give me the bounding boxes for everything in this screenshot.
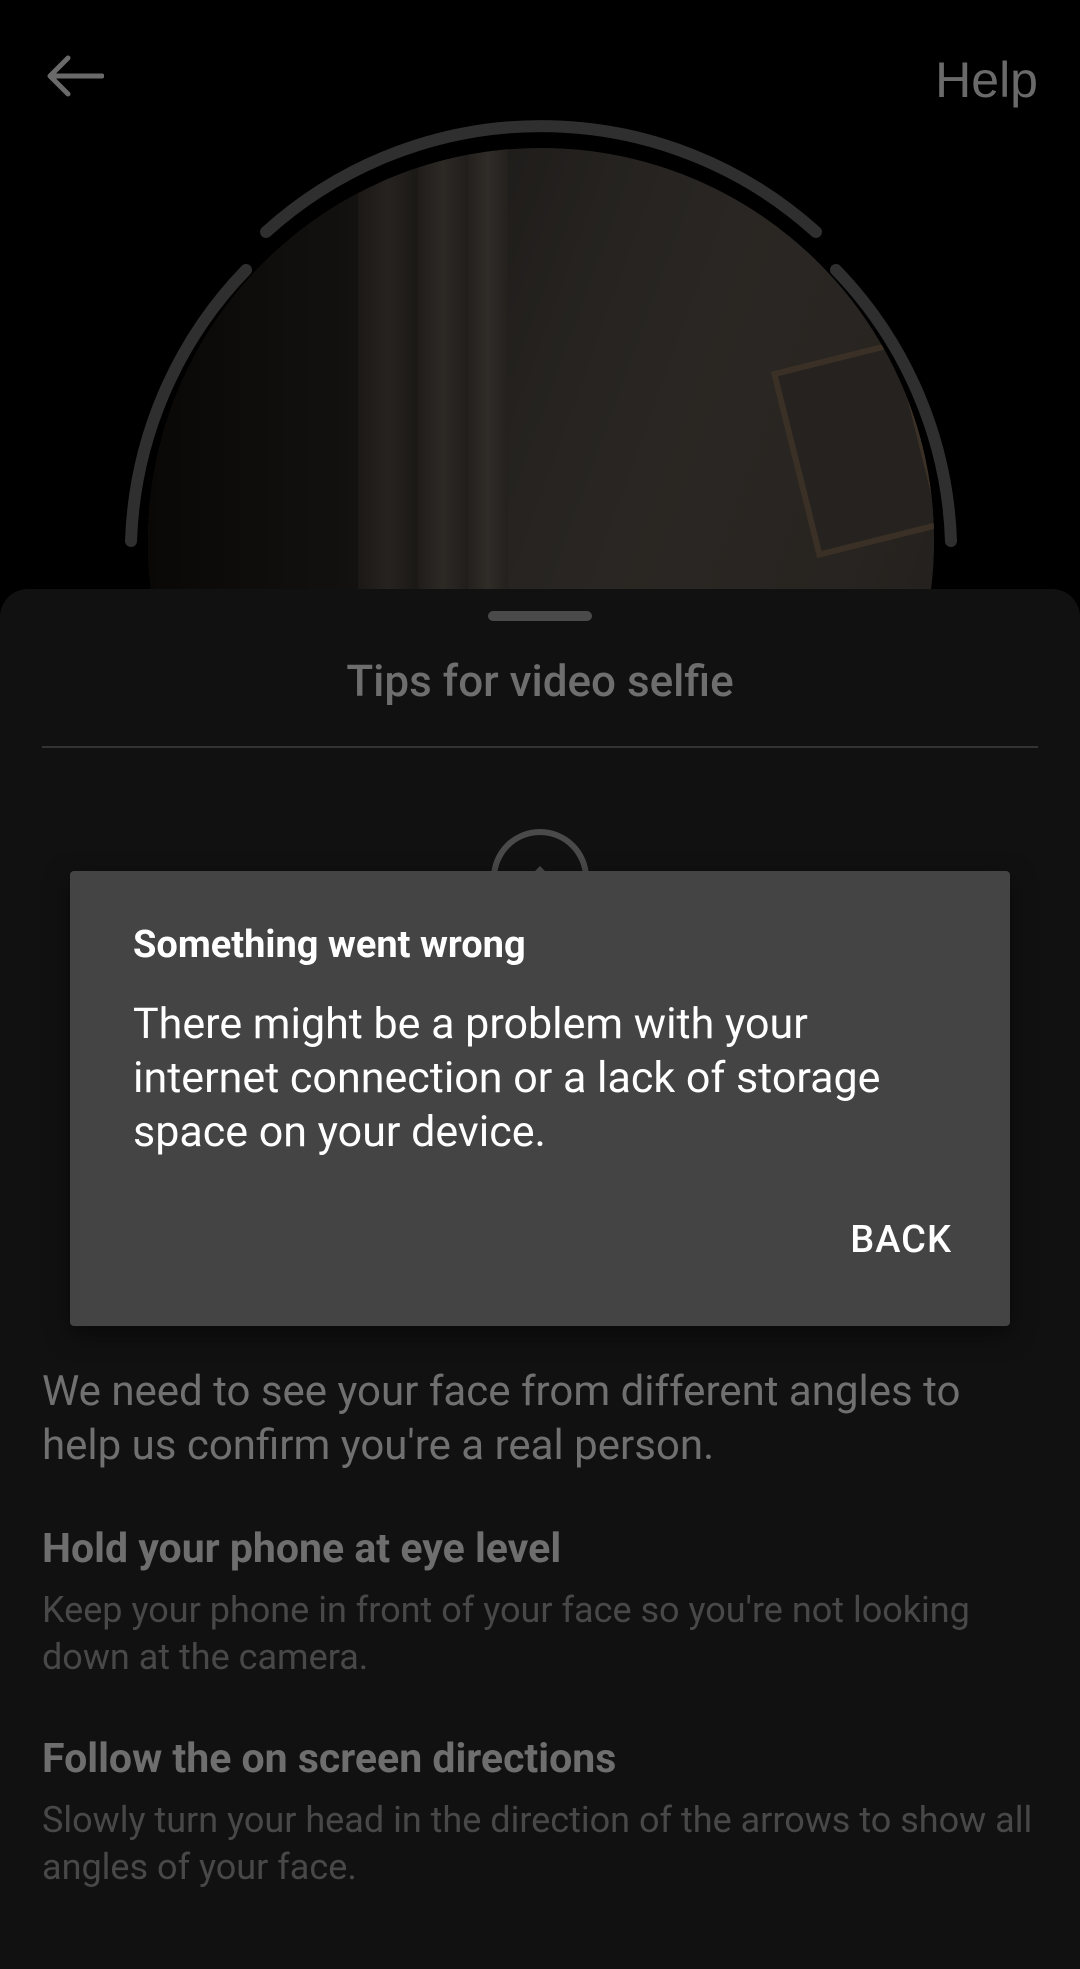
dialog-message: There might be a problem with your inter…	[133, 999, 881, 1157]
back-dialog-button[interactable]: BACK	[842, 1214, 960, 1266]
error-dialog: Something went wrong There might be a pr…	[70, 871, 1010, 1326]
dialog-title: Something went wrong	[133, 923, 526, 967]
